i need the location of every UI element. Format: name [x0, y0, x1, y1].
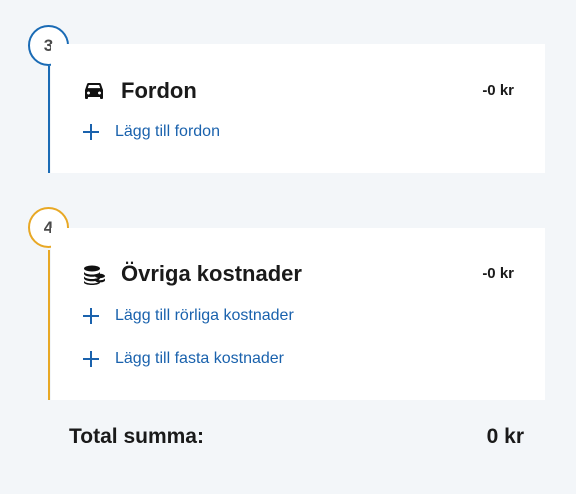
section-title-ovriga-kostnader: Övriga kostnader: [121, 261, 302, 286]
coins-icon: [84, 265, 105, 285]
section-card-fordon: Fordon -0 kr Lägg till fordon: [51, 44, 545, 173]
add-variable-costs-link[interactable]: Lägg till rörliga kostnader: [82, 305, 294, 327]
section-amount-ovriga-kostnader: -0 kr: [482, 265, 514, 282]
total-sum-label: Total summa:: [69, 425, 204, 448]
car-icon: [85, 83, 103, 99]
step-4-connector-line: [48, 250, 50, 400]
add-variable-costs-label: Lägg till rörliga kostnader: [115, 307, 294, 324]
total-sum-value: 0 kr: [486, 425, 524, 448]
plus-icon: [83, 308, 99, 324]
section-amount-fordon: -0 kr: [482, 82, 514, 99]
section-header-fordon: Fordon -0 kr: [82, 76, 514, 106]
add-fixed-costs-label: Lägg till fasta kostnader: [115, 350, 284, 367]
add-vehicle-link[interactable]: Lägg till fordon: [82, 121, 220, 143]
section-card-ovriga-kostnader: Övriga kostnader -0 kr Lägg till rörliga…: [51, 228, 545, 400]
plus-icon: [83, 351, 99, 367]
plus-icon: [83, 124, 99, 140]
add-fixed-costs-link[interactable]: Lägg till fasta kostnader: [82, 348, 284, 370]
section-title-fordon: Fordon: [121, 78, 197, 103]
step-3-connector-line: [48, 66, 50, 173]
add-vehicle-label: Lägg till fordon: [115, 123, 220, 140]
section-header-ovriga-kostnader: Övriga kostnader -0 kr: [82, 259, 514, 289]
